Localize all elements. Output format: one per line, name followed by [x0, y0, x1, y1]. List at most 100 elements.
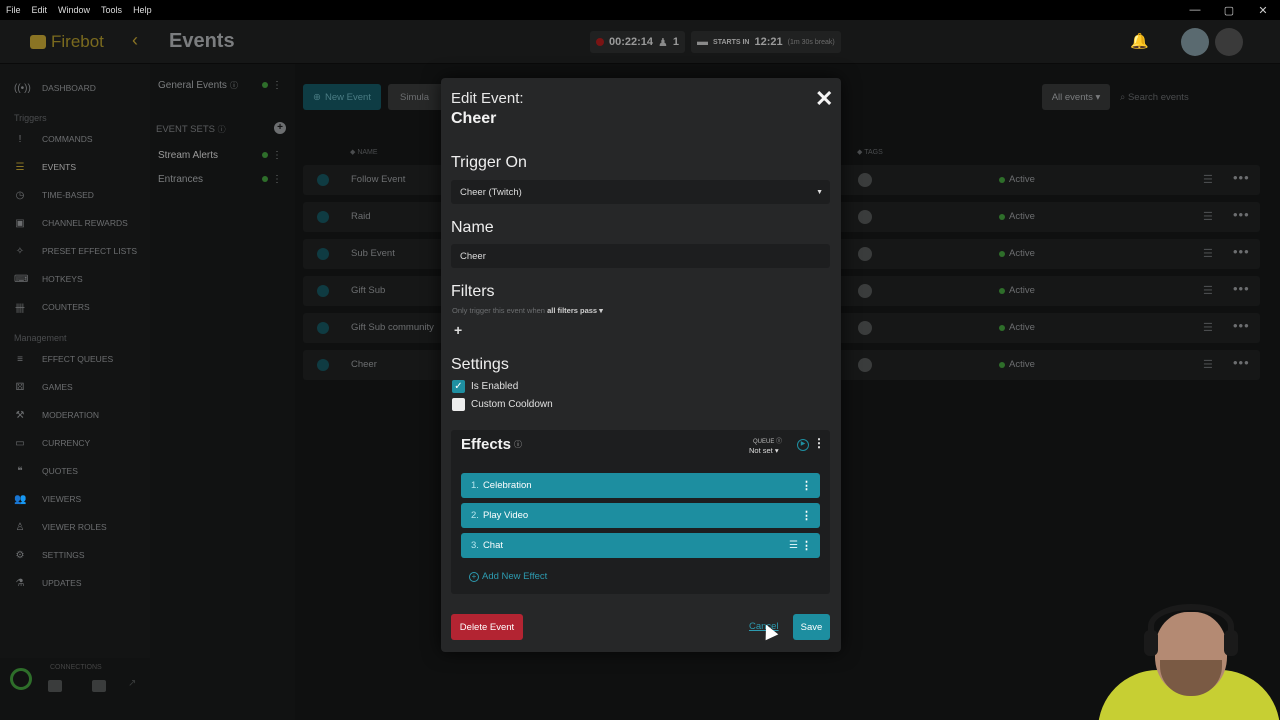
menu-help[interactable]: Help	[133, 5, 152, 15]
kebab-menu-icon[interactable]: ⋮	[272, 150, 282, 161]
notification-bell-icon[interactable]: 🔔	[1130, 32, 1149, 50]
trigger-heading: Trigger On	[451, 154, 527, 171]
close-icon[interactable]: ✕	[815, 86, 833, 112]
power-icon[interactable]	[10, 668, 32, 690]
play-icon[interactable]	[317, 174, 329, 186]
menu-window[interactable]: Window	[58, 5, 90, 15]
connections-panel: CONNECTIONS ↗	[0, 658, 150, 720]
kebab-menu-icon[interactable]: ⋮	[272, 80, 282, 91]
simulate-button[interactable]: Simula	[388, 84, 448, 110]
headphone-ear-right	[1224, 630, 1238, 656]
add-tag-icon[interactable]	[858, 247, 872, 261]
save-button[interactable]: Save	[793, 614, 830, 640]
sidebar-item-currency[interactable]: ▭ CURRENCY	[0, 433, 150, 453]
add-tag-icon[interactable]	[858, 358, 872, 372]
drag-handle-icon[interactable]: ☰	[789, 540, 798, 551]
sidebar-item-counters[interactable]: 卌 COUNTERS	[0, 297, 150, 317]
play-icon[interactable]	[317, 322, 329, 334]
more-options-icon[interactable]: •••	[1233, 281, 1250, 296]
effect-item[interactable]: 2. Play Video ⋮	[461, 503, 820, 528]
drag-handle-icon[interactable]: ☰	[1203, 321, 1213, 334]
general-events-item[interactable]: General Events ⓘ ⋮	[158, 76, 288, 94]
kebab-menu-icon[interactable]: ⋮	[801, 479, 812, 492]
add-tag-icon[interactable]	[858, 284, 872, 298]
minimize-button[interactable]: —	[1178, 0, 1212, 20]
delete-event-button[interactable]: Delete Event	[451, 614, 523, 640]
drag-handle-icon[interactable]: ☰	[1203, 210, 1213, 223]
sidebar-item-moderation[interactable]: ⚒ MODERATION	[0, 405, 150, 425]
sidebar-item-events[interactable]: ☰ EVENTS	[0, 157, 150, 177]
play-icon[interactable]	[317, 359, 329, 371]
help-icon[interactable]: ⓘ	[514, 439, 522, 450]
sidebar-item-games[interactable]: ⚄ GAMES	[0, 377, 150, 397]
more-options-icon[interactable]: •••	[1233, 244, 1250, 259]
test-effects-play-icon[interactable]: ▶	[797, 439, 809, 451]
menu-bar: File Edit Window Tools Help	[0, 0, 1280, 20]
kebab-menu-icon[interactable]: ⋮	[272, 174, 282, 185]
sidebar-item-hotkeys[interactable]: ⌨ HOTKEYS	[0, 269, 150, 289]
effect-name: Celebration	[482, 480, 532, 491]
event-name-field[interactable]: Cheer	[451, 244, 830, 268]
settings-heading: Settings	[451, 356, 509, 373]
play-icon[interactable]	[317, 211, 329, 223]
menu-tools[interactable]: Tools	[101, 5, 122, 15]
add-tag-icon[interactable]	[858, 321, 872, 335]
more-options-icon[interactable]: •••	[1233, 318, 1250, 333]
more-options-icon[interactable]: •••	[1233, 170, 1250, 185]
custom-cooldown-checkbox[interactable]	[452, 398, 465, 411]
collapse-sidebar-icon[interactable]: ‹	[132, 30, 138, 51]
kebab-menu-icon[interactable]: ⋮	[801, 509, 812, 522]
external-link-icon[interactable]: ↗	[128, 678, 136, 689]
effect-item[interactable]: 1. Celebration ⋮	[461, 473, 820, 498]
close-window-button[interactable]: ✕	[1246, 0, 1280, 20]
drag-handle-icon[interactable]: ☰	[1203, 173, 1213, 186]
event-set-entrances[interactable]: Entrances ⋮	[158, 170, 288, 188]
search-field[interactable]: ⌕ Search events	[1120, 84, 1265, 110]
add-effect-button[interactable]: + Add New Effect	[469, 571, 547, 582]
kebab-menu-icon[interactable]: ⋮	[801, 539, 812, 552]
queue-dropdown[interactable]: Not set ▾	[749, 446, 779, 455]
sidebar-item-updates[interactable]: ⚗ UPDATES	[0, 573, 150, 593]
new-event-button[interactable]: ⊕ New Event	[303, 84, 381, 110]
add-filter-button[interactable]: +	[454, 322, 462, 338]
more-options-icon[interactable]: •••	[1233, 207, 1250, 222]
sidebar-item-settings[interactable]: ⚙ SETTINGS	[0, 545, 150, 565]
effect-name: Chat	[482, 540, 504, 551]
drag-handle-icon[interactable]: ☰	[1203, 247, 1213, 260]
chat-connection-icon[interactable]	[48, 680, 62, 692]
menu-edit[interactable]: Edit	[32, 5, 48, 15]
sidebar-item-quotes[interactable]: ❝ QUOTES	[0, 461, 150, 481]
sidebar-item-preset-effect-lists[interactable]: ✧ PRESET EFFECT LISTS	[0, 241, 150, 261]
play-icon[interactable]	[317, 285, 329, 297]
account-avatar[interactable]	[1181, 28, 1209, 56]
enabled-checkbox[interactable]: ✓	[452, 380, 465, 393]
more-options-icon[interactable]: •••	[1233, 355, 1250, 370]
sidebar-item-dashboard[interactable]: ((•)) DASHBOARD	[0, 78, 150, 98]
effects-menu-icon[interactable]: ⋮	[813, 436, 825, 450]
sidebar-item-viewers[interactable]: 👥 VIEWERS	[0, 489, 150, 509]
effect-item[interactable]: 3. Chat ☰ ⋮	[461, 533, 820, 558]
event-filter-dropdown[interactable]: All events ▾	[1042, 84, 1110, 110]
sidebar-item-channel-rewards[interactable]: ▣ CHANNEL REWARDS	[0, 213, 150, 233]
sidebar-item-effect-queues[interactable]: ≡ EFFECT QUEUES	[0, 349, 150, 369]
play-icon[interactable]	[317, 248, 329, 260]
add-tag-icon[interactable]	[858, 173, 872, 187]
add-event-set-icon[interactable]: +	[274, 122, 286, 134]
sidebar-item-viewer-roles[interactable]: ♙ VIEWER ROLES	[0, 517, 150, 537]
event-set-stream-alerts[interactable]: Stream Alerts ⋮	[158, 146, 288, 164]
add-tag-icon[interactable]	[858, 210, 872, 224]
sidebar-item-label: CURRENCY	[42, 438, 91, 448]
filter-mode-dropdown[interactable]: all filters pass	[547, 306, 597, 315]
drag-handle-icon[interactable]: ☰	[1203, 284, 1213, 297]
search-input[interactable]: Search events	[1128, 92, 1189, 103]
sidebar-item-commands[interactable]: ! COMMANDS	[0, 129, 150, 149]
maximize-button[interactable]: ▢	[1212, 0, 1246, 20]
name-column-header[interactable]: ◆ NAME	[350, 148, 378, 156]
streamer-avatar[interactable]	[1215, 28, 1243, 56]
sidebar-item-time-based[interactable]: ◷ TIME-BASED	[0, 185, 150, 205]
trigger-select[interactable]: Cheer (Twitch) ▼	[451, 180, 830, 204]
menu-file[interactable]: File	[6, 5, 21, 15]
drag-handle-icon[interactable]: ☰	[1203, 358, 1213, 371]
overlay-connection-icon[interactable]	[92, 680, 106, 692]
modal-title: Edit Event:	[451, 90, 524, 107]
